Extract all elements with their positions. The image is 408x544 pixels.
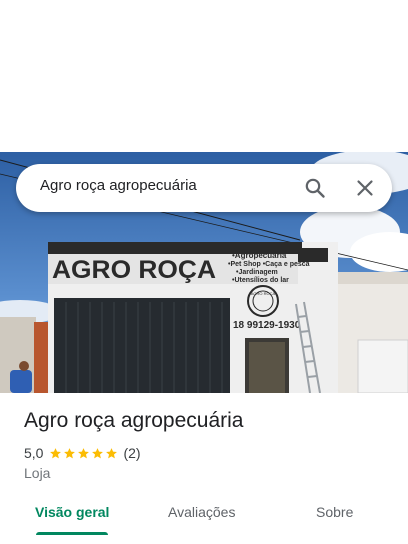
- sign-service-4: •Utensílios do lar: [232, 277, 289, 284]
- star-icon: [92, 447, 104, 458]
- sign-service-3: •Jardinagem: [236, 269, 278, 276]
- search-icon[interactable]: [303, 176, 327, 200]
- review-count[interactable]: (2): [123, 445, 140, 461]
- search-input[interactable]: Agro roça agropecuária: [40, 177, 197, 194]
- star-icon: [64, 447, 76, 458]
- sign-service-1: •Agropecuária: [232, 251, 287, 260]
- star-icon: [78, 447, 90, 458]
- close-icon[interactable]: [353, 176, 377, 200]
- tab-about[interactable]: Sobre: [316, 504, 353, 520]
- seal-text: AGRO ROÇA: [251, 291, 276, 296]
- tab-reviews[interactable]: Avaliações: [168, 504, 235, 520]
- star-icon: [50, 447, 62, 458]
- sign-name: AGRO ROÇA: [52, 256, 216, 284]
- tab-overview[interactable]: Visão geral: [35, 504, 109, 520]
- rating-stars: [49, 447, 119, 460]
- active-tab-indicator: [36, 532, 108, 535]
- rating-value: 5,0: [24, 445, 44, 461]
- sign-service-2: •Pet Shop •Caça e pesca: [228, 261, 310, 268]
- sign-phone: 18 99129-1930: [233, 320, 301, 331]
- rating-row[interactable]: 5,0 (2): [24, 444, 141, 462]
- search-box[interactable]: Agro roça agropecuária: [16, 164, 392, 212]
- place-category: Loja: [24, 465, 51, 481]
- star-icon: [106, 447, 118, 458]
- tab-bar: Visão geral Avaliações Sobre: [0, 496, 408, 536]
- place-name: Agro roça agropecuária: [24, 409, 244, 432]
